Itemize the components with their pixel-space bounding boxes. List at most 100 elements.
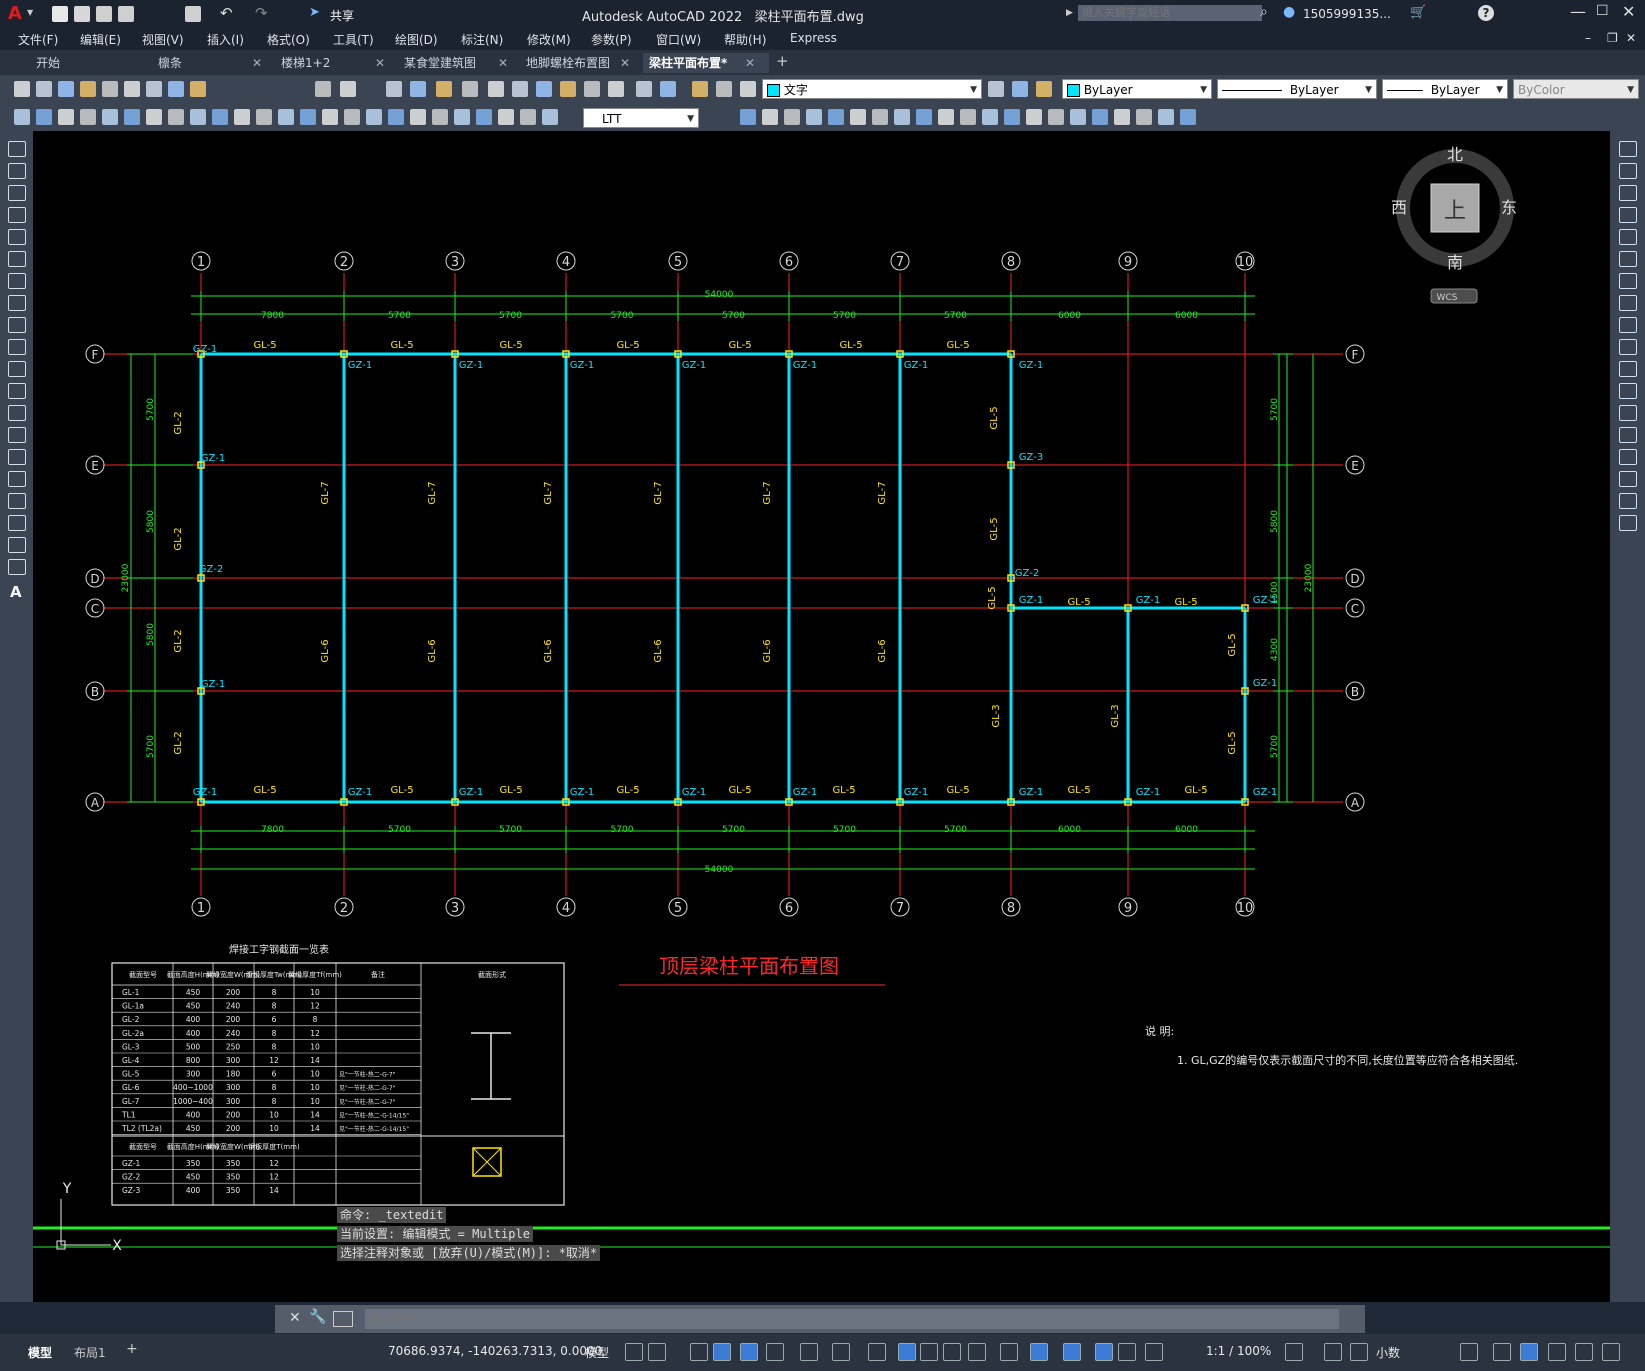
modify-tool-9-icon[interactable]: [1619, 339, 1637, 355]
help-icon[interactable]: ?: [1478, 5, 1494, 21]
minimize-icon[interactable]: —: [1570, 2, 1586, 21]
add-layout-icon[interactable]: +: [126, 1341, 138, 1357]
drawing-canvas[interactable]: 1 1 2 2 3 3 4 4 5 5 6 6 7 7 8 8 9 9 10 10 F F E E D D C C B B A A 54000 5…: [33, 131, 1610, 1302]
tb1-tool-12-icon[interactable]: [410, 81, 426, 97]
modify-tool-16-icon[interactable]: [1619, 493, 1637, 509]
menu-minimize-icon[interactable]: –: [1585, 31, 1591, 45]
status-toggle-11-icon[interactable]: [943, 1343, 961, 1361]
menu-item-7[interactable]: 标注(N): [461, 31, 503, 48]
status-toggle-18-icon[interactable]: [1145, 1343, 1163, 1361]
new-tab-icon[interactable]: +: [776, 52, 789, 70]
status-toggle-7-icon[interactable]: [832, 1343, 850, 1361]
tab-3[interactable]: 某食堂建筑图 ✕: [398, 53, 522, 73]
menu-item-12[interactable]: Express: [790, 31, 837, 45]
tb1-tool-7-icon[interactable]: [168, 81, 184, 97]
menu-item-4[interactable]: 格式(O): [267, 31, 310, 48]
tb1-tool-19-icon[interactable]: [584, 81, 600, 97]
qat-save-icon[interactable]: [96, 6, 112, 22]
tab-close-icon[interactable]: ✕: [375, 53, 385, 73]
autocad-logo[interactable]: A: [8, 3, 22, 24]
tb1-tool-5-icon[interactable]: [124, 81, 140, 97]
tab-2[interactable]: 楼梯1+2 ✕: [275, 53, 399, 73]
menu-item-1[interactable]: 编辑(E): [80, 31, 121, 48]
tb1-tool-13-icon[interactable]: [436, 81, 452, 97]
status-toggle-6-icon[interactable]: [800, 1343, 818, 1361]
modify-tool-14-icon[interactable]: [1619, 449, 1637, 465]
command-close-icon[interactable]: ✕: [289, 1310, 301, 1326]
tb2-tool-26-icon[interactable]: [762, 109, 778, 125]
status-right-5-icon[interactable]: [1520, 1343, 1538, 1361]
search-input[interactable]: [1078, 5, 1262, 21]
tb2-tool-38-icon[interactable]: [1026, 109, 1042, 125]
linetype-dropdown[interactable]: ByLayer ▼: [1217, 79, 1377, 99]
tb2-tool-30-icon[interactable]: [850, 109, 866, 125]
status-toggle-1-icon[interactable]: [648, 1343, 666, 1361]
tb2-tool-24-icon[interactable]: [542, 109, 558, 125]
share-icon[interactable]: ➤: [309, 5, 320, 20]
qat-new-icon[interactable]: [52, 6, 68, 22]
tab-close-icon[interactable]: ✕: [620, 53, 630, 73]
tb2-tool-18-icon[interactable]: [410, 109, 426, 125]
tb1-tool-18-icon[interactable]: [560, 81, 576, 97]
annotation-scale[interactable]: 1:1 / 100%: [1206, 1344, 1271, 1358]
modify-tool-3-icon[interactable]: [1619, 207, 1637, 223]
tb1-tool-26-icon[interactable]: [988, 81, 1004, 97]
draw-tool-3-icon[interactable]: [8, 207, 26, 223]
qat-saveas-icon[interactable]: [118, 6, 134, 22]
tb2-tool-23-icon[interactable]: [520, 109, 536, 125]
tb1-tool-20-icon[interactable]: [608, 81, 624, 97]
tb2-tool-6-icon[interactable]: [146, 109, 162, 125]
tb2-tool-13-icon[interactable]: [300, 109, 316, 125]
tb1-tool-21-icon[interactable]: [636, 81, 652, 97]
tb1-tool-28-icon[interactable]: [1036, 81, 1052, 97]
tb2-tool-12-icon[interactable]: [278, 109, 294, 125]
tb2-tool-8-icon[interactable]: [190, 109, 206, 125]
tb2-tool-10-icon[interactable]: [234, 109, 250, 125]
status-right-4-icon[interactable]: [1493, 1343, 1511, 1361]
status-right-0-icon[interactable]: [1285, 1343, 1303, 1361]
modify-tool-5-icon[interactable]: [1619, 251, 1637, 267]
tb2-tool-20-icon[interactable]: [454, 109, 470, 125]
search-icon[interactable]: ⌕: [1260, 4, 1268, 20]
status-toggle-12-icon[interactable]: [968, 1343, 986, 1361]
tb2-tool-36-icon[interactable]: [982, 109, 998, 125]
tb1-tool-25-icon[interactable]: [740, 81, 756, 97]
tb2-tool-15-icon[interactable]: [344, 109, 360, 125]
tb1-tool-22-icon[interactable]: [660, 81, 676, 97]
modify-tool-11-icon[interactable]: [1619, 383, 1637, 399]
tb2-tool-42-icon[interactable]: [1114, 109, 1130, 125]
tb1-tool-10-icon[interactable]: [340, 81, 356, 97]
tb2-tool-5-icon[interactable]: [124, 109, 140, 125]
tb2-tool-9-icon[interactable]: [212, 109, 228, 125]
draw-tool-18-icon[interactable]: [8, 537, 26, 553]
tb2-tool-44-icon[interactable]: [1158, 109, 1174, 125]
tb2-tool-37-icon[interactable]: [1004, 109, 1020, 125]
tb2-tool-35-icon[interactable]: [960, 109, 976, 125]
qat-undo-icon[interactable]: ↶: [220, 4, 233, 22]
tb1-tool-3-icon[interactable]: [80, 81, 96, 97]
modify-tool-8-icon[interactable]: [1619, 317, 1637, 333]
share-button[interactable]: 共享: [330, 7, 354, 24]
draw-tool-14-icon[interactable]: [8, 449, 26, 465]
tb2-tool-3-icon[interactable]: [80, 109, 96, 125]
layout-tab-layout1[interactable]: 布局1: [74, 1344, 106, 1361]
tb2-tool-17-icon[interactable]: [388, 109, 404, 125]
lineweight-dropdown[interactable]: ByLayer ▼: [1382, 79, 1508, 99]
tb2-tool-7-icon[interactable]: [168, 109, 184, 125]
tb2-tool-0-icon[interactable]: [14, 109, 30, 125]
status-toggle-4-icon[interactable]: [740, 1343, 758, 1361]
tb1-tool-0-icon[interactable]: [14, 81, 30, 97]
status-right-6-icon[interactable]: [1548, 1343, 1566, 1361]
mtext-icon[interactable]: A: [10, 583, 22, 601]
qat-redo-icon[interactable]: ↷: [255, 4, 268, 22]
tb2-tool-27-icon[interactable]: [784, 109, 800, 125]
qat-open-icon[interactable]: [74, 6, 90, 22]
status-toggle-0-icon[interactable]: [625, 1343, 643, 1361]
status-right-3-icon[interactable]: [1460, 1343, 1478, 1361]
status-toggle-5-icon[interactable]: [766, 1343, 784, 1361]
tb2-tool-25-icon[interactable]: [740, 109, 756, 125]
tb1-tool-23-icon[interactable]: [692, 81, 708, 97]
status-toggle-17-icon[interactable]: [1118, 1343, 1136, 1361]
draw-tool-0-icon[interactable]: [8, 141, 26, 157]
modify-tool-2-icon[interactable]: [1619, 185, 1637, 201]
